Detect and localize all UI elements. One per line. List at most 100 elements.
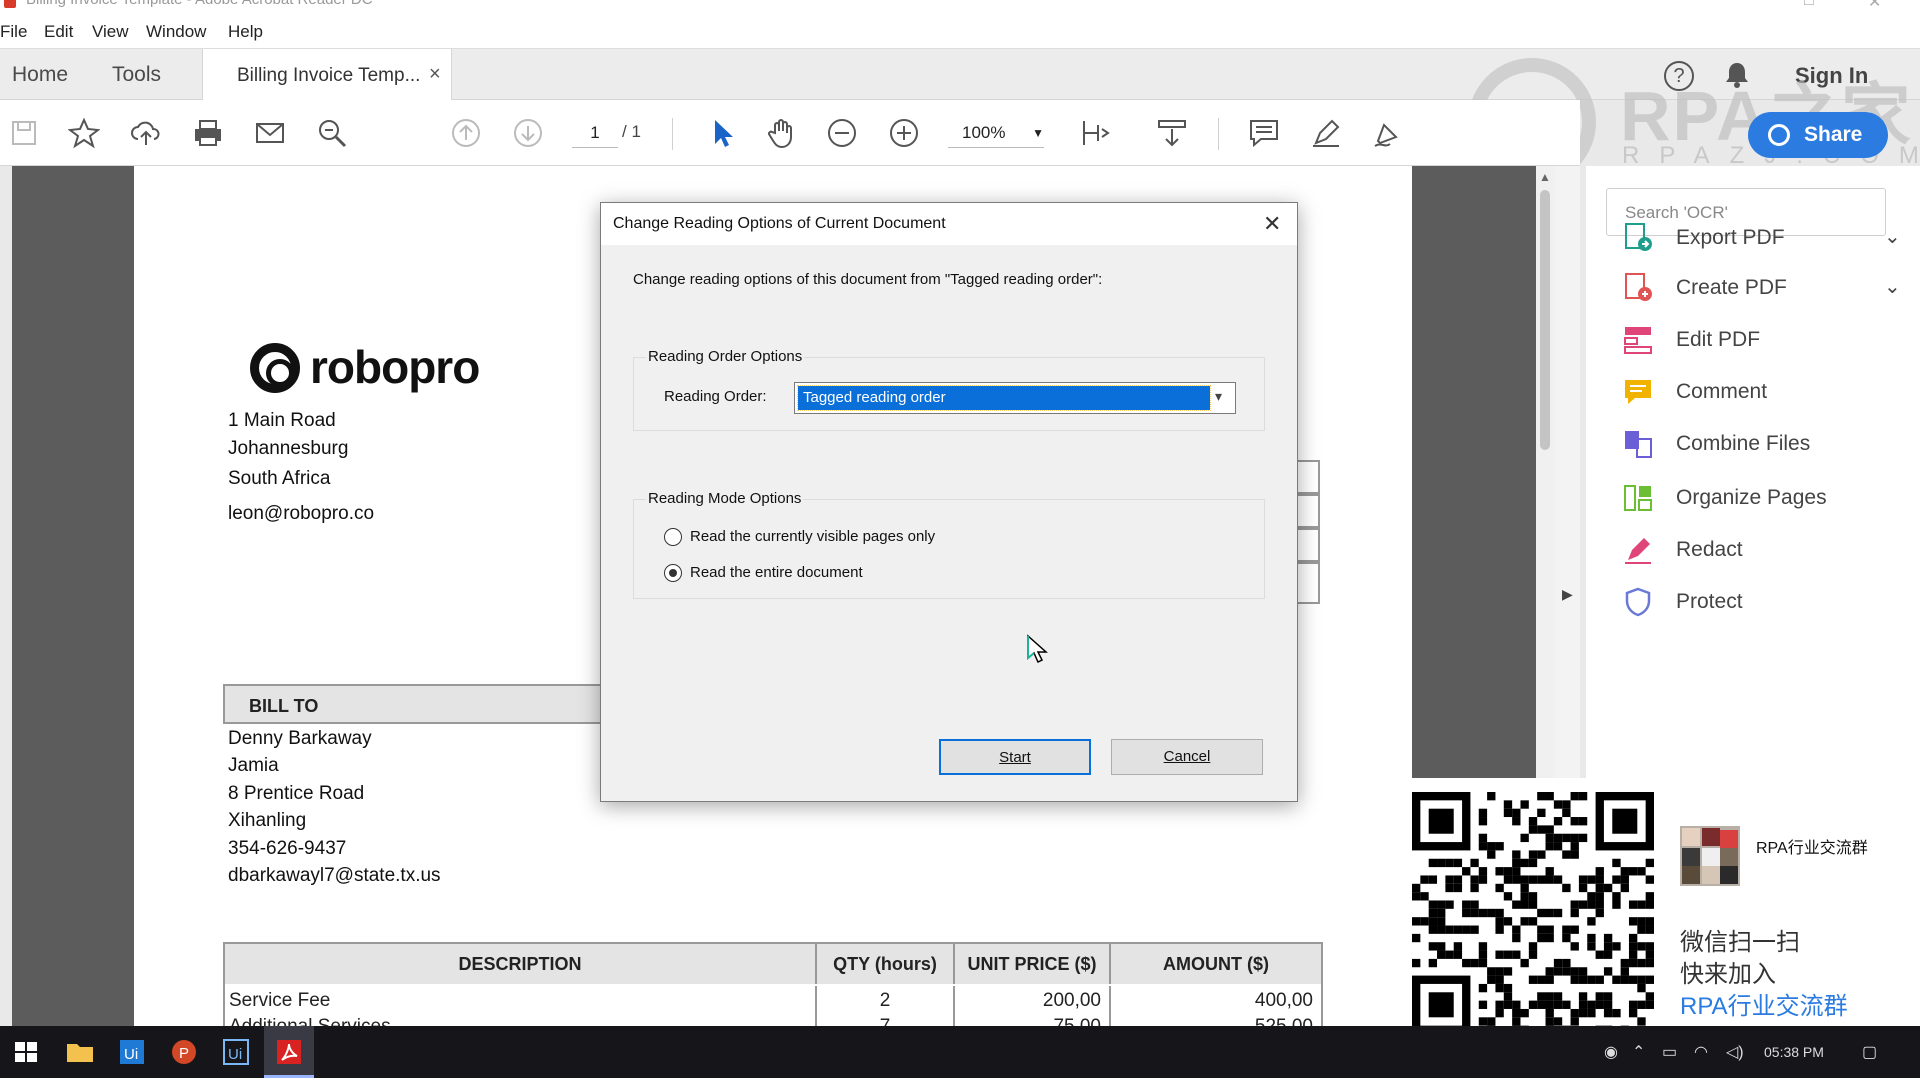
highlight-pen-icon[interactable] xyxy=(1310,117,1342,149)
windows-start-icon[interactable] xyxy=(10,1036,42,1068)
edit-pdf-icon xyxy=(1622,324,1654,356)
bill-to-line: 354-626-9437 xyxy=(228,838,347,859)
dialog-title-bar: Change Reading Options of Current Docume… xyxy=(601,203,1297,245)
tray-chevron-icon[interactable]: ⌃ xyxy=(1632,1042,1645,1062)
reading-order-select[interactable]: Tagged reading order ▾ xyxy=(794,382,1236,414)
upload-cloud-icon[interactable] xyxy=(130,117,162,149)
uipath-studio-icon[interactable]: Ui xyxy=(116,1036,148,1068)
chevron-down-icon: ▼ xyxy=(1032,126,1044,140)
page-total: / 1 xyxy=(622,122,641,141)
dialog-title: Change Reading Options of Current Docume… xyxy=(613,215,946,232)
zoom-in-icon[interactable] xyxy=(888,117,920,149)
table-header: AMOUNT ($) xyxy=(1111,944,1321,984)
tab-document[interactable]: Billing Invoice Temp... × xyxy=(202,49,452,101)
wifi-icon[interactable]: ◠ xyxy=(1694,1042,1708,1062)
radio-label: Read the entire document xyxy=(690,564,863,581)
maximize-icon[interactable]: □ xyxy=(1804,0,1814,10)
toolbar-divider xyxy=(1218,118,1219,150)
company-email: leon@robopro.co xyxy=(228,503,375,524)
tab-home[interactable]: Home xyxy=(12,63,68,87)
svg-text:Ui: Ui xyxy=(124,1046,138,1063)
combine-files-icon xyxy=(1622,428,1654,460)
radio-button[interactable] xyxy=(664,528,682,546)
zoom-out-icon[interactable] xyxy=(826,117,858,149)
comment-icon xyxy=(1622,376,1654,408)
group-avatar xyxy=(1680,826,1740,886)
qr-promo-overlay: RPA行业交流群 微信扫一扫 快来加入 RPA行业交流群 xyxy=(1398,778,1920,1052)
chevron-right-icon[interactable]: ▶ xyxy=(1562,586,1573,603)
table-cell: 200,00 xyxy=(955,986,1111,1016)
radio-button-selected[interactable] xyxy=(664,564,682,582)
sign-icon[interactable] xyxy=(1372,117,1404,149)
start-button[interactable]: Start xyxy=(939,739,1091,775)
mouse-cursor-icon xyxy=(1026,634,1050,664)
tool-label: Comment xyxy=(1676,380,1768,403)
windows-taskbar: Ui P Ui ◉ ⌃ ▭ ◠ ◁) 05:38 PM ▢ xyxy=(0,1026,1920,1078)
comment-icon[interactable] xyxy=(1248,117,1280,149)
close-tab-icon[interactable]: × xyxy=(429,63,441,86)
next-page-icon[interactable] xyxy=(512,117,544,149)
menu-window[interactable]: Window xyxy=(146,22,206,42)
bill-to-line: dbarkawayl7@state.tx.us xyxy=(228,865,441,886)
chevron-down-icon[interactable]: ▾ xyxy=(1215,388,1222,405)
uipath-robot-icon[interactable]: Ui xyxy=(220,1036,252,1068)
qr-code-icon xyxy=(1412,792,1654,1034)
powerpoint-icon[interactable]: P xyxy=(168,1036,200,1068)
main-toolbar: 1 / 1 100% ▼ xyxy=(0,100,1580,166)
bill-to-line: Xihanling xyxy=(228,810,307,831)
tool-label: Edit PDF xyxy=(1676,328,1761,351)
table-cell: 400,00 xyxy=(1254,990,1313,1011)
acrobat-taskbar-item[interactable] xyxy=(264,1026,314,1078)
bookmark-star-icon[interactable] xyxy=(67,117,101,149)
reading-options-dialog: Change Reading Options of Current Docume… xyxy=(600,202,1298,802)
tab-tools[interactable]: Tools xyxy=(112,63,161,87)
menu-view[interactable]: View xyxy=(92,22,129,42)
tool-label: Redact xyxy=(1676,538,1743,561)
taskbar-clock[interactable]: 05:38 PM xyxy=(1764,1044,1824,1060)
bill-to-header: BILL TO xyxy=(223,684,603,724)
scroll-mode-icon[interactable] xyxy=(1156,117,1188,149)
bill-to-line: 8 Prentice Road xyxy=(228,783,365,804)
file-explorer-icon[interactable] xyxy=(64,1036,96,1068)
qr-caption: 微信扫一扫 xyxy=(1680,929,1800,956)
volume-icon[interactable]: ◁) xyxy=(1726,1042,1744,1062)
tool-label: Protect xyxy=(1676,590,1743,613)
robopro-logo-icon xyxy=(250,343,300,393)
menu-edit[interactable]: Edit xyxy=(44,22,73,42)
menu-bar: File Edit View Window Help xyxy=(0,12,1920,48)
tray-help-icon[interactable]: ◉ xyxy=(1604,1042,1618,1062)
organize-pages-icon xyxy=(1622,482,1654,514)
menu-help[interactable]: Help xyxy=(228,22,263,42)
select-pointer-icon[interactable] xyxy=(706,117,738,149)
tool-label: Export PDF xyxy=(1676,226,1785,249)
page-number-input[interactable]: 1 xyxy=(572,118,618,148)
tool-label: Organize Pages xyxy=(1676,486,1827,509)
scroll-up-icon[interactable]: ▲ xyxy=(1539,170,1551,184)
cancel-button[interactable]: Cancel xyxy=(1111,739,1263,775)
previous-page-icon[interactable] xyxy=(450,117,482,149)
bill-to-line: Denny Barkaway xyxy=(228,728,372,749)
scroll-thumb[interactable] xyxy=(1540,190,1550,450)
battery-icon[interactable]: ▭ xyxy=(1662,1042,1677,1062)
fit-page-icon[interactable] xyxy=(1080,117,1112,149)
table-header: UNIT PRICE ($) xyxy=(955,944,1111,984)
close-icon[interactable]: ✕ xyxy=(1263,211,1281,237)
reading-mode-group: Reading Mode Options Read the currently … xyxy=(633,490,1265,599)
window-title-bar: Billing Invoice Template - Adobe Acrobat… xyxy=(0,0,1920,12)
email-icon[interactable] xyxy=(254,117,286,149)
save-icon[interactable] xyxy=(8,117,40,149)
table-cell: 2 xyxy=(817,986,955,1016)
reading-order-group-label: Reading Order Options xyxy=(646,348,805,365)
share-button[interactable]: Share xyxy=(1748,112,1888,158)
menu-file[interactable]: File xyxy=(0,22,27,42)
search-icon[interactable] xyxy=(316,117,348,149)
chevron-down-icon[interactable]: ⌄ xyxy=(1884,274,1901,299)
close-window-icon[interactable]: ✕ xyxy=(1868,0,1881,12)
svg-text:P: P xyxy=(179,1045,189,1062)
hand-tool-icon[interactable] xyxy=(766,117,798,149)
chevron-down-icon[interactable]: ⌄ xyxy=(1884,224,1901,249)
notification-icon[interactable]: ▢ xyxy=(1862,1042,1877,1062)
zoom-level-select[interactable]: 100% ▼ xyxy=(948,118,1044,148)
print-icon[interactable] xyxy=(192,117,224,149)
toolbar-divider xyxy=(672,118,673,150)
